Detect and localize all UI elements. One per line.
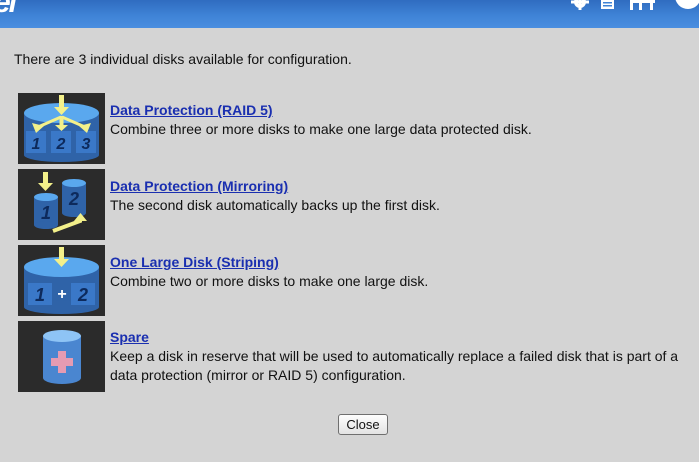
disk-label: + (57, 286, 66, 303)
disk-label: 1 (35, 285, 45, 305)
mirroring-link[interactable]: Data Protection (Mirroring) (110, 177, 288, 196)
raid5-description: Combine three or more disks to make one … (110, 121, 532, 137)
disk-label: 2 (77, 285, 88, 305)
striping-link[interactable]: One Large Disk (Striping) (110, 253, 279, 272)
option-text: Spare Keep a disk in reserve that will b… (110, 321, 690, 385)
option-striping: 1 + 2 One Large Disk (Striping) Combine … (18, 245, 688, 316)
option-text: One Large Disk (Striping) Combine two or… (110, 245, 690, 291)
disk-configuration-dialog: el There ar (0, 0, 699, 462)
option-text: Data Protection (Mirroring) The second d… (110, 169, 690, 215)
striping-disks-icon[interactable]: 1 + 2 (18, 245, 105, 316)
option-spare: Spare Keep a disk in reserve that will b… (18, 321, 688, 392)
mirroring-description: The second disk automatically backs up t… (110, 197, 440, 213)
disk-label: 1 (32, 136, 41, 153)
disk-label: 2 (56, 136, 66, 153)
mirroring-disks-icon[interactable]: 1 2 (18, 169, 105, 240)
close-button[interactable]: Close (338, 414, 388, 435)
gear-icon[interactable] (571, 0, 589, 10)
brand-logo-fragment: el (0, 0, 17, 19)
document-icon[interactable] (599, 0, 617, 10)
spare-disk-icon[interactable] (18, 321, 105, 392)
disk-label: 2 (68, 189, 79, 209)
spare-description: Keep a disk in reserve that will be used… (110, 348, 679, 383)
spare-link[interactable]: Spare (110, 328, 149, 347)
help-icon[interactable] (671, 0, 699, 10)
striping-description: Combine two or more disks to make one la… (110, 273, 429, 289)
raid5-link[interactable]: Data Protection (RAID 5) (110, 101, 273, 120)
header-banner: el (0, 0, 699, 28)
raid5-disks-icon[interactable]: 1 2 3 (18, 93, 105, 164)
disk-label: 1 (41, 203, 51, 223)
option-raid5: 1 2 3 Data Protection (RAID 5) Combine t… (18, 93, 688, 164)
option-text: Data Protection (RAID 5) Combine three o… (110, 93, 690, 139)
option-mirroring: 1 2 Data Protection (Mirroring) The seco… (18, 169, 688, 240)
intro-text: There are 3 individual disks available f… (14, 51, 352, 67)
network-icon[interactable] (629, 0, 659, 10)
disk-label: 3 (82, 136, 91, 153)
